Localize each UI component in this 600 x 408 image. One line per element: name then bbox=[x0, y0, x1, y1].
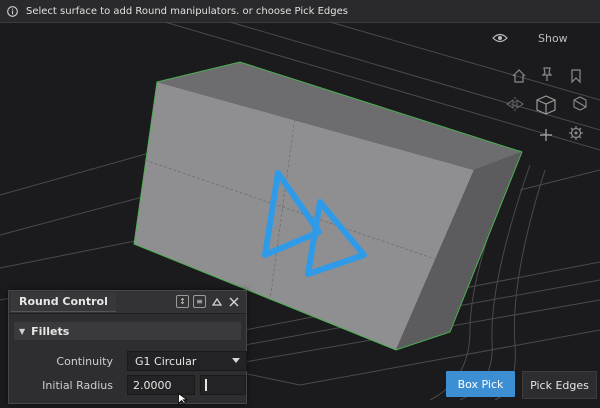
expand-triangle-icon: ▼ bbox=[19, 326, 26, 336]
instruction-bar: Select surface to add Round manipulators… bbox=[0, 0, 600, 23]
radius-value: 2.0000 bbox=[133, 378, 172, 392]
instruction-text: Select surface to add Round manipulators… bbox=[26, 5, 348, 17]
info-icon bbox=[7, 5, 18, 17]
continuity-value: G1 Circular bbox=[135, 354, 197, 368]
home-icon[interactable] bbox=[511, 68, 527, 84]
show-toggle[interactable]: Show bbox=[492, 30, 582, 46]
show-label: Show bbox=[538, 31, 568, 45]
fillets-section-header[interactable]: ▼ Fillets bbox=[14, 322, 241, 340]
pick-edges-button[interactable]: Pick Edges bbox=[522, 371, 597, 399]
mirror-icon[interactable] bbox=[506, 97, 524, 111]
panel-header: Round Control ↕ ≡ bbox=[9, 291, 246, 314]
chevron-down-icon bbox=[232, 358, 240, 363]
bookmark-icon[interactable] bbox=[570, 68, 582, 84]
add-icon[interactable] bbox=[539, 128, 553, 142]
continuity-row: Continuity G1 Circular bbox=[9, 351, 247, 371]
box-pick-button[interactable]: Box Pick bbox=[446, 371, 515, 397]
view-cube-icon[interactable] bbox=[535, 94, 557, 116]
list-icon[interactable]: ≡ bbox=[193, 295, 206, 308]
mouse-cursor-icon bbox=[178, 389, 190, 408]
panel-title: Round Control bbox=[11, 292, 116, 312]
pin-icon[interactable] bbox=[540, 66, 554, 82]
continuity-dropdown[interactable]: G1 Circular bbox=[127, 351, 247, 371]
resize-icon[interactable]: ↕ bbox=[176, 295, 189, 308]
eye-icon bbox=[492, 32, 508, 44]
fillets-section-label: Fillets bbox=[31, 324, 70, 338]
collapse-icon[interactable] bbox=[210, 295, 223, 308]
round-control-panel: Round Control ↕ ≡ ▼ Fillets Continuity G… bbox=[8, 290, 247, 404]
slider-handle[interactable] bbox=[205, 379, 207, 391]
radius-slider[interactable] bbox=[200, 375, 246, 395]
radius-row: Initial Radius 2.0000 bbox=[9, 375, 246, 395]
radius-label: Initial Radius bbox=[42, 378, 113, 392]
gear-icon[interactable] bbox=[568, 125, 584, 141]
section-icon[interactable] bbox=[572, 96, 588, 112]
continuity-label: Continuity bbox=[56, 354, 113, 368]
close-icon[interactable] bbox=[227, 295, 240, 308]
